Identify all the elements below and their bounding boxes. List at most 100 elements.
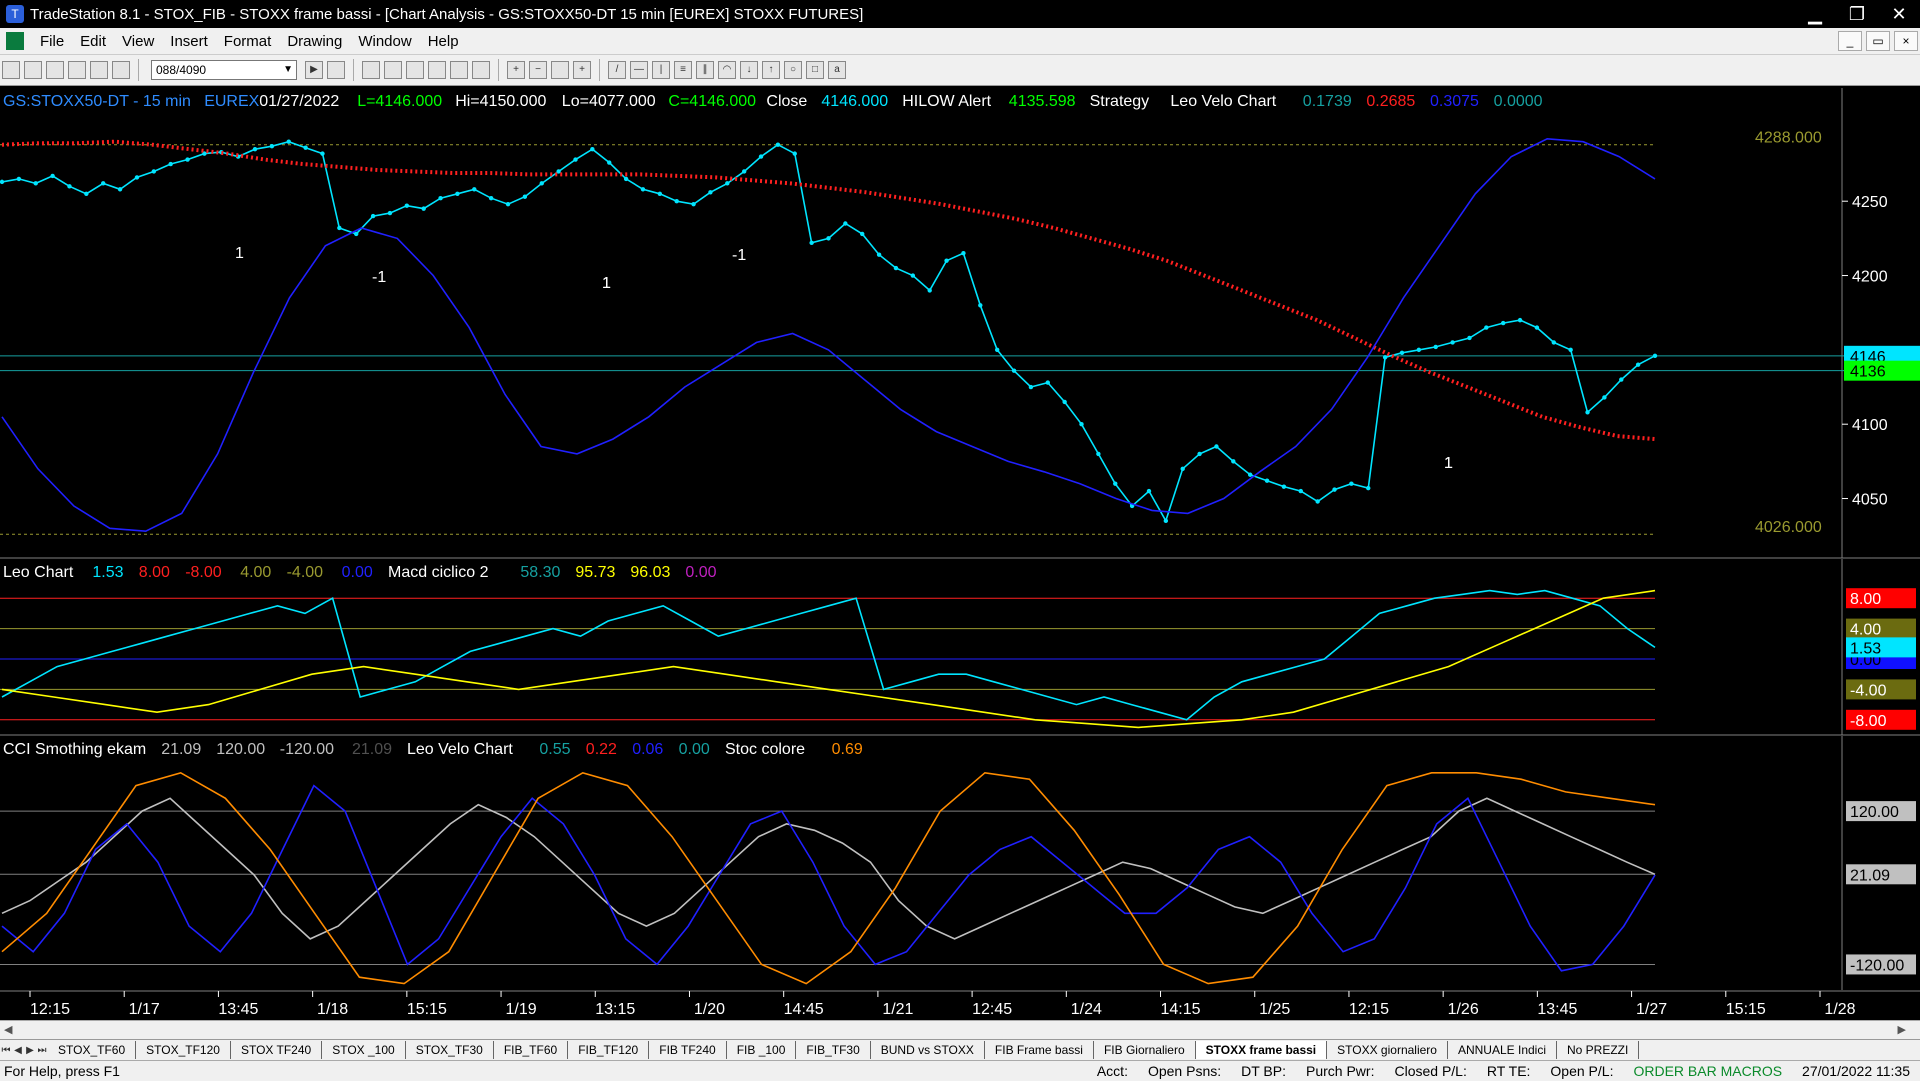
strategy-icon[interactable] <box>450 61 468 79</box>
trendline-icon[interactable]: / <box>608 61 626 79</box>
workspace-tab[interactable]: STOX _100 <box>322 1041 406 1059</box>
workspace-tab[interactable]: STOXX frame bassi <box>1195 1041 1328 1059</box>
workspace-tab[interactable]: STOXX giornaliero <box>1327 1041 1448 1059</box>
play-icon[interactable]: ▶ <box>305 61 323 79</box>
data-point <box>994 347 1000 353</box>
data-point <box>438 196 443 201</box>
vertical-line-icon[interactable]: | <box>652 61 670 79</box>
data-point <box>573 157 578 162</box>
scroll-left-icon[interactable]: ◀ <box>4 1023 12 1036</box>
tab-last-icon[interactable]: ⏭ <box>36 1045 48 1056</box>
find-icon[interactable] <box>327 61 345 79</box>
indicator-header-text: 0.3075 <box>1430 93 1479 110</box>
chart-window-icon[interactable] <box>6 32 24 50</box>
status-acct: Acct: <box>1096 1063 1128 1079</box>
workspace-tab[interactable]: FIB_TF120 <box>568 1041 650 1059</box>
indicator-header-text: 120.00 <box>216 741 265 758</box>
x-tick-label: 1/20 <box>694 1001 725 1018</box>
workspace-tab[interactable]: No PREZZI <box>1557 1041 1640 1059</box>
order-bar-macros[interactable]: ORDER BAR MACROS <box>1623 1063 1792 1079</box>
horizontal-scrollbar[interactable]: ◀ ▶ <box>0 1020 1920 1039</box>
data-point <box>1028 384 1034 390</box>
menu-view[interactable]: View <box>114 33 162 50</box>
price-panel[interactable]: 4288.0004026.000425042004100405041464136… <box>0 88 1920 558</box>
mdi-restore-icon[interactable]: ▭ <box>1866 31 1890 51</box>
bar-chart-icon[interactable] <box>362 61 380 79</box>
workspace-tab[interactable]: ANNUALE Indici <box>1448 1041 1557 1059</box>
indicator-header-text: -8.00 <box>185 564 222 581</box>
fibonacci-icon[interactable]: ≡ <box>674 61 692 79</box>
workspace-tab[interactable]: FIB Frame bassi <box>985 1041 1094 1059</box>
chevron-down-icon[interactable]: ▼ <box>283 61 293 79</box>
candlestick-icon[interactable] <box>384 61 402 79</box>
new-document-icon[interactable] <box>2 61 20 79</box>
close-button[interactable]: ✕ <box>1878 0 1920 28</box>
tab-prev-icon[interactable]: ◀ <box>12 1045 24 1056</box>
globe-icon[interactable] <box>112 61 130 79</box>
menu-insert[interactable]: Insert <box>162 33 216 50</box>
workspace-tab[interactable]: STOX TF240 <box>231 1041 323 1059</box>
menu-format[interactable]: Format <box>216 33 280 50</box>
indicator-header-text: -120.00 <box>280 741 334 758</box>
workspace-tab-bar: ⏮ ◀ ▶ ⏭ STOX_TF60 STOX_TF120 STOX TF240 STO… <box>0 1039 1920 1060</box>
mdi-minimize-icon[interactable]: _ <box>1838 31 1862 51</box>
data-point <box>1551 340 1556 345</box>
crosshair-icon[interactable]: + <box>573 61 591 79</box>
menu-file[interactable]: File <box>32 33 72 50</box>
minimize-button[interactable]: ▁ <box>1794 0 1836 28</box>
workspace-tab[interactable]: FIB _100 <box>727 1041 797 1059</box>
lock-icon[interactable] <box>90 61 108 79</box>
pointer-icon[interactable] <box>551 61 569 79</box>
data-point <box>860 231 865 237</box>
chart-svg[interactable]: 4288.0004026.000425042004100405041464136… <box>0 88 1920 1020</box>
symbol-combo[interactable]: 088/4090 ▼ <box>151 60 297 80</box>
workspace-tab[interactable]: FIB Giornaliero <box>1094 1041 1196 1059</box>
arc-icon[interactable]: ◠ <box>718 61 736 79</box>
ellipse-icon[interactable]: ○ <box>784 61 802 79</box>
workspace-tab[interactable]: STOX_TF30 <box>406 1041 494 1059</box>
horizontal-line-icon[interactable]: ― <box>630 61 648 79</box>
data-point <box>1180 466 1185 471</box>
data-point <box>320 151 325 156</box>
open-folder-icon[interactable] <box>24 61 42 79</box>
zoom-in-icon[interactable]: + <box>507 61 525 79</box>
time-axis: 12:15 1/17 13:45 1/18 15:15 1/19 13:15 1/20 14:4… <box>0 990 1920 1020</box>
status-help: For Help, press F1 <box>4 1063 120 1079</box>
line-chart-icon[interactable] <box>406 61 424 79</box>
toolbar-separator <box>353 59 354 81</box>
channel-icon[interactable]: ∥ <box>696 61 714 79</box>
data-point <box>725 181 730 186</box>
menu-window[interactable]: Window <box>350 33 419 50</box>
save-icon[interactable] <box>46 61 64 79</box>
workspace-tab[interactable]: BUND vs STOXX <box>871 1041 985 1059</box>
text-icon[interactable]: a <box>828 61 846 79</box>
indicator-icon[interactable] <box>428 61 446 79</box>
menu-drawing[interactable]: Drawing <box>279 33 350 50</box>
rectangle-icon[interactable]: □ <box>806 61 824 79</box>
menu-help[interactable]: Help <box>420 33 467 50</box>
zoom-out-icon[interactable]: − <box>529 61 547 79</box>
symbol-combo-value: 088/4090 <box>156 63 207 77</box>
arrow-down-icon[interactable]: ↓ <box>740 61 758 79</box>
data-point <box>674 199 679 204</box>
workspace-tab[interactable]: FIB TF240 <box>649 1041 727 1059</box>
oscillator-panel[interactable]: 8.00 4.00 0.00 -4.00 -8.00 1.53 Leo Chart 1.53 8… <box>0 557 1920 735</box>
scroll-right-icon[interactable]: ▶ <box>1898 1023 1906 1036</box>
format-icon[interactable] <box>472 61 490 79</box>
data-point <box>33 181 38 186</box>
mdi-close-icon[interactable]: × <box>1894 31 1918 51</box>
arrow-up-icon[interactable]: ↑ <box>762 61 780 79</box>
tab-first-icon[interactable]: ⏮ <box>0 1045 12 1056</box>
cci-panel[interactable]: 120.00 21.09 -120.00 CCI Smothing ekam 21.09… <box>0 734 1920 990</box>
workspace-tab[interactable]: STOX_TF120 <box>136 1041 231 1059</box>
workspace-tab[interactable]: FIB_TF30 <box>796 1041 871 1059</box>
tab-next-icon[interactable]: ▶ <box>24 1045 36 1056</box>
chart-analysis-area[interactable]: 4288.000 4026.000 4250 4200 4100 4050 4146 4136… <box>0 88 1920 1020</box>
print-icon[interactable] <box>68 61 86 79</box>
menu-edit[interactable]: Edit <box>72 33 114 50</box>
x-tick-label: 1/19 <box>505 1001 536 1018</box>
restore-button[interactable]: ❐ <box>1836 0 1878 28</box>
workspace-tab[interactable]: FIB_TF60 <box>494 1041 569 1059</box>
workspace-tab[interactable]: STOX_TF60 <box>48 1041 137 1059</box>
indicator-header-text: Macd ciclico 2 <box>388 564 489 581</box>
